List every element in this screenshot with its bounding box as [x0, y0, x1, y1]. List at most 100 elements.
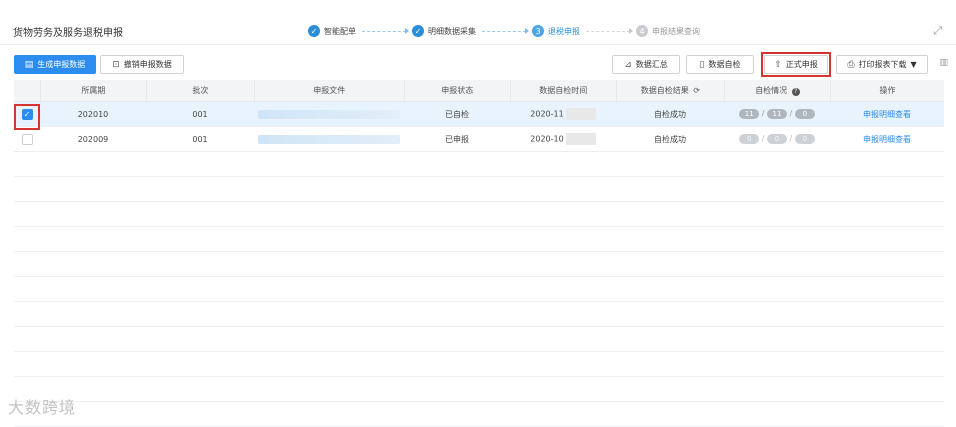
empty-row [14, 152, 944, 177]
count-pill: 0 [794, 134, 815, 144]
step-arrow [586, 27, 633, 34]
cell-period: 202009 [77, 134, 109, 144]
view-detail-link[interactable]: 申报明细查看 [830, 109, 944, 120]
page-title: 货物劳务及服务退税申报 [13, 28, 123, 39]
cell-check-result: 自检成功 [654, 134, 686, 144]
header-file: 申报文件 [255, 80, 405, 101]
header-check-time: 数据自检时间 [511, 80, 617, 101]
cell-file [254, 109, 404, 119]
step-smart-match[interactable]: ✓ 智能配单 [308, 25, 356, 37]
header-action: 操作 [879, 86, 896, 95]
step-label: 退税申报 [548, 26, 580, 36]
empty-row [14, 202, 944, 227]
table-header: 所属期 批次 申报文件 申报状态 数据自检时间 数据自检结果 ⟳ 自检情况 ? … [14, 80, 944, 102]
count-pill: 0 [794, 109, 815, 119]
table-row[interactable]: ✓ 202010 001 已自检 2020-11 自检成功 11 / 11 / … [14, 102, 944, 127]
header-period: 所属期 [41, 80, 147, 101]
cell-period: 202010 [77, 109, 109, 119]
form-icon: ▤ [24, 59, 34, 70]
fullscreen-icon[interactable]: ⤢ [933, 24, 942, 38]
row-select[interactable]: ✓ [14, 108, 40, 120]
step-number-icon: 3 [532, 25, 544, 37]
help-icon[interactable]: ? [791, 88, 800, 96]
empty-row [14, 377, 944, 402]
columns-icon[interactable]: ▥ [939, 58, 948, 68]
data-selfcheck-button[interactable]: ▯ 数据自检 [686, 55, 754, 74]
header-check-result: 数据自检结果 ⟳ [617, 80, 725, 101]
step-result-query[interactable]: 4 申报结果查询 [636, 25, 700, 37]
revoke-icon: ⊡ [112, 59, 120, 70]
empty-row [14, 302, 944, 327]
button-label: 打印报表下载 [858, 60, 907, 69]
printer-icon: ⎙ [847, 59, 855, 70]
redacted-file-name [258, 109, 400, 119]
data-summary-button[interactable]: ⊿ 数据汇总 [612, 55, 680, 74]
check-icon: ✓ [412, 25, 424, 37]
header-check-status: 自检情况 ? [725, 80, 832, 101]
button-label: 数据自检 [708, 60, 741, 69]
button-label: 撤销申报数据 [123, 60, 172, 69]
count-pill: 0 [767, 134, 787, 144]
cell-batch: 001 [192, 134, 208, 144]
progress-steps: ✓ 智能配单 ✓ 明细数据采集 3 退税申报 4 申报结果查询 [308, 23, 700, 39]
checkbox[interactable] [21, 133, 33, 145]
revoke-declaration-button[interactable]: ⊡ 撤销申报数据 [100, 55, 184, 74]
page-header: 货物劳务及服务退税申报 ✓ 智能配单 ✓ 明细数据采集 3 退税申报 4 申报结… [0, 0, 956, 45]
cell-check-time: 2020-10 [510, 133, 616, 145]
upload-icon: ⇧ [774, 59, 782, 70]
empty-row [14, 227, 944, 252]
step-refund-declaration[interactable]: 3 退税申报 [532, 25, 580, 37]
cell-status: 已自检 [445, 109, 469, 119]
cell-check-counts: 11 / 11 / 0 [724, 109, 830, 119]
cell-check-result: 自检成功 [654, 109, 686, 119]
header-label: 自检情况 [755, 86, 788, 95]
empty-row [14, 402, 944, 427]
header-select [14, 80, 41, 101]
button-label: 正式申报 [785, 60, 818, 69]
redacted-time [565, 108, 596, 120]
header-batch: 批次 [147, 80, 255, 101]
time-text: 2020-11 [530, 109, 564, 119]
empty-row [14, 327, 944, 352]
step-arrow [482, 27, 529, 34]
count-pill: 11 [739, 109, 760, 119]
header-status: 申报状态 [405, 80, 511, 101]
view-detail-link[interactable]: 申报明细查看 [830, 134, 944, 145]
empty-row [14, 352, 944, 377]
step-label: 明细数据采集 [428, 26, 476, 36]
step-detail-collection[interactable]: ✓ 明细数据采集 [412, 25, 476, 37]
button-label: 生成申报数据 [37, 60, 86, 69]
time-text: 2020-10 [530, 134, 564, 144]
cell-status: 已申报 [445, 134, 469, 144]
empty-row [14, 177, 944, 202]
formal-declaration-button[interactable]: ⇧ 正式申报 [764, 55, 828, 74]
redacted-time [565, 133, 596, 145]
toolbar: ▤ 生成申报数据 ⊡ 撤销申报数据 ⊿ 数据汇总 ▯ 数据自检 ⇧ 正式申报 ⎙… [14, 52, 944, 77]
cell-batch: 001 [192, 109, 208, 119]
header-label: 数据自检结果 [640, 86, 689, 95]
empty-row [14, 277, 944, 302]
watermark-logo: 大数跨境 [8, 398, 77, 417]
table-row[interactable]: 202009 001 已申报 2020-10 自检成功 0 / 0 / 0 申报… [14, 127, 944, 152]
cell-file [254, 134, 404, 144]
check-icon: ✓ [308, 25, 320, 37]
step-label: 智能配单 [324, 26, 356, 36]
button-label: 数据汇总 [635, 60, 668, 69]
cell-check-counts: 0 / 0 / 0 [724, 134, 830, 144]
count-pill: 11 [767, 109, 787, 119]
generate-declaration-button[interactable]: ▤ 生成申报数据 [14, 55, 96, 74]
caret-down-icon: ▼ [910, 60, 917, 69]
empty-row [14, 252, 944, 277]
document-icon: ▯ [699, 59, 705, 70]
print-download-button[interactable]: ⎙ 打印报表下载 ▼ [836, 55, 928, 74]
declaration-table: 所属期 批次 申报文件 申报状态 数据自检时间 数据自检结果 ⟳ 自检情况 ? … [14, 80, 944, 427]
step-label: 申报结果查询 [652, 26, 700, 36]
redacted-file-name [258, 134, 400, 144]
row-select[interactable] [14, 133, 40, 145]
cell-check-time: 2020-11 [510, 108, 616, 120]
refresh-icon[interactable]: ⟳ [693, 86, 700, 95]
step-arrow [362, 27, 409, 34]
chart-icon: ⊿ [624, 59, 632, 70]
step-number-icon: 4 [636, 25, 648, 37]
checkbox[interactable]: ✓ [21, 108, 33, 120]
